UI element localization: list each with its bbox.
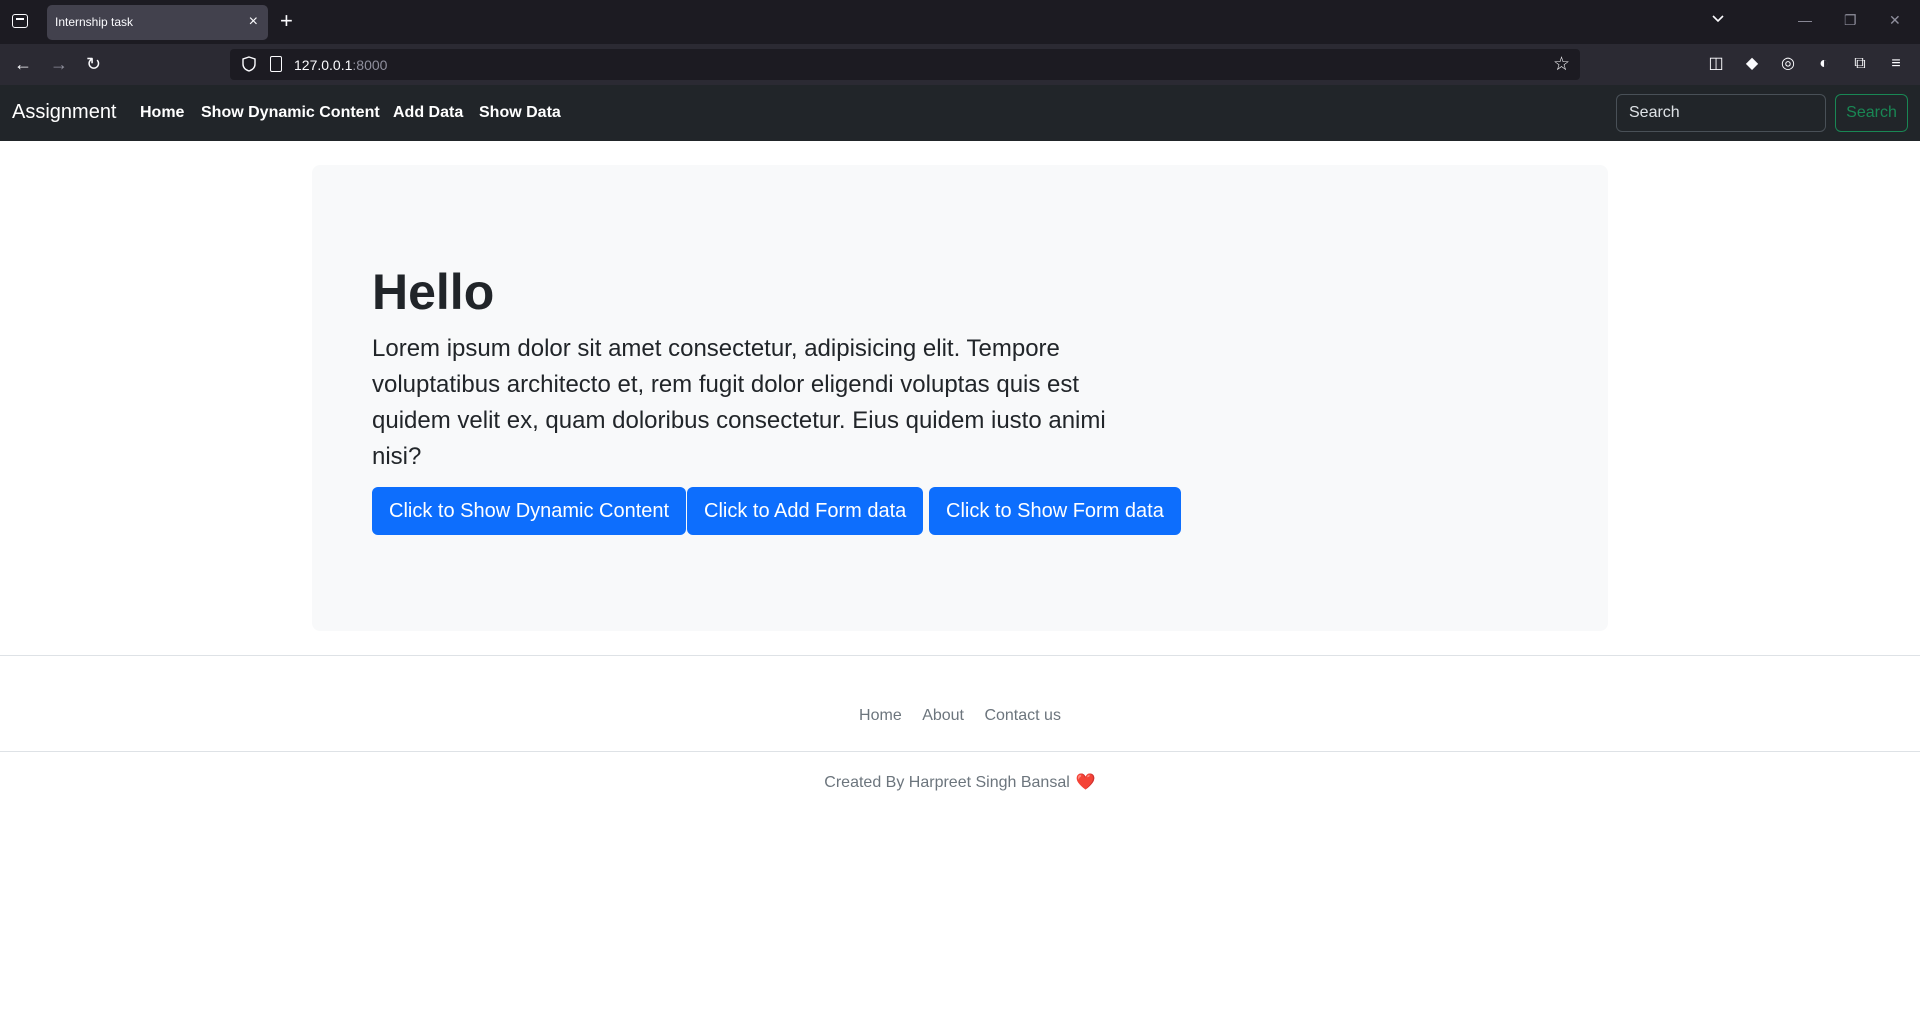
restore-icon[interactable]: ❐ xyxy=(1844,12,1857,29)
nav-link-show-data[interactable]: Show Data xyxy=(479,104,561,122)
footer-divider-top xyxy=(0,655,1920,656)
show-form-data-button[interactable]: Click to Show Form data xyxy=(929,487,1181,535)
tab-close-icon[interactable]: × xyxy=(249,12,258,32)
minimize-icon[interactable]: — xyxy=(1798,12,1812,28)
hero-section: Hello Lorem ipsum dolor sit amet consect… xyxy=(312,165,1608,631)
footer-link-contact[interactable]: Contact us xyxy=(984,707,1060,724)
close-window-icon[interactable]: ✕ xyxy=(1889,12,1901,29)
hero-title: Hello xyxy=(372,264,495,320)
footer-link-home[interactable]: Home xyxy=(859,707,902,724)
tab-list-icon[interactable] xyxy=(12,14,28,28)
new-tab-icon[interactable]: + xyxy=(280,10,293,32)
add-form-data-button[interactable]: Click to Add Form data xyxy=(687,487,924,535)
hero-lead-text: Lorem ipsum dolor sit amet consectetur, … xyxy=(372,335,1106,470)
page-info-icon[interactable] xyxy=(270,56,282,72)
pocket-icon[interactable]: ◫ xyxy=(1707,55,1725,73)
brand-logo[interactable]: Assignment xyxy=(12,101,117,124)
puzzle-icon[interactable]: ⧉ xyxy=(1851,55,1869,73)
footer-nav: Home About Contact us xyxy=(0,707,1920,725)
nav-link-show-dynamic-content[interactable]: Show Dynamic Content xyxy=(201,104,380,122)
browser-tab[interactable]: Internship task × xyxy=(47,5,268,40)
footer-link-about[interactable]: About xyxy=(922,707,964,724)
browser-toolbar: ← → ↻ 127.0.0.1:8000 ☆ ◫ ◆ ◎ ◐ ⧉ ≡ xyxy=(0,44,1920,85)
credit-text: Created By Harpreet Singh Bansal xyxy=(824,774,1070,791)
extension-icon[interactable]: ◐ xyxy=(1815,55,1833,73)
nav-link-add-data[interactable]: Add Data xyxy=(393,104,463,122)
menu-icon[interactable]: ≡ xyxy=(1887,55,1905,73)
heart-icon: ❤️ xyxy=(1075,774,1096,791)
browser-tab-bar: Internship task × + — ❐ ✕ xyxy=(0,0,1920,44)
nav-link-home[interactable]: Home xyxy=(140,104,184,122)
forward-arrow-icon[interactable]: → xyxy=(50,54,68,74)
url-bar[interactable]: 127.0.0.1:8000 ☆ xyxy=(230,49,1580,80)
cookie-icon[interactable]: ◎ xyxy=(1779,55,1797,73)
footer-credit: Created By Harpreet Singh Bansal ❤️ xyxy=(0,772,1920,792)
back-arrow-icon[interactable]: ← xyxy=(14,54,32,74)
tab-title: Internship task xyxy=(55,15,134,29)
site-navbar: Assignment Home Show Dynamic Content Add… xyxy=(0,85,1920,141)
search-button[interactable]: Search xyxy=(1835,94,1908,132)
show-dynamic-content-button[interactable]: Click to Show Dynamic Content xyxy=(372,487,687,535)
footer-divider xyxy=(0,751,1920,752)
url-text: 127.0.0.1:8000 xyxy=(294,57,388,73)
chevron-down-icon[interactable] xyxy=(1712,13,1724,25)
extension-color-icon[interactable]: ◆ xyxy=(1743,55,1761,73)
shield-icon[interactable] xyxy=(242,56,256,72)
reload-icon[interactable]: ↻ xyxy=(86,54,101,74)
search-input[interactable] xyxy=(1616,94,1826,132)
bookmark-star-icon[interactable]: ☆ xyxy=(1553,53,1570,76)
